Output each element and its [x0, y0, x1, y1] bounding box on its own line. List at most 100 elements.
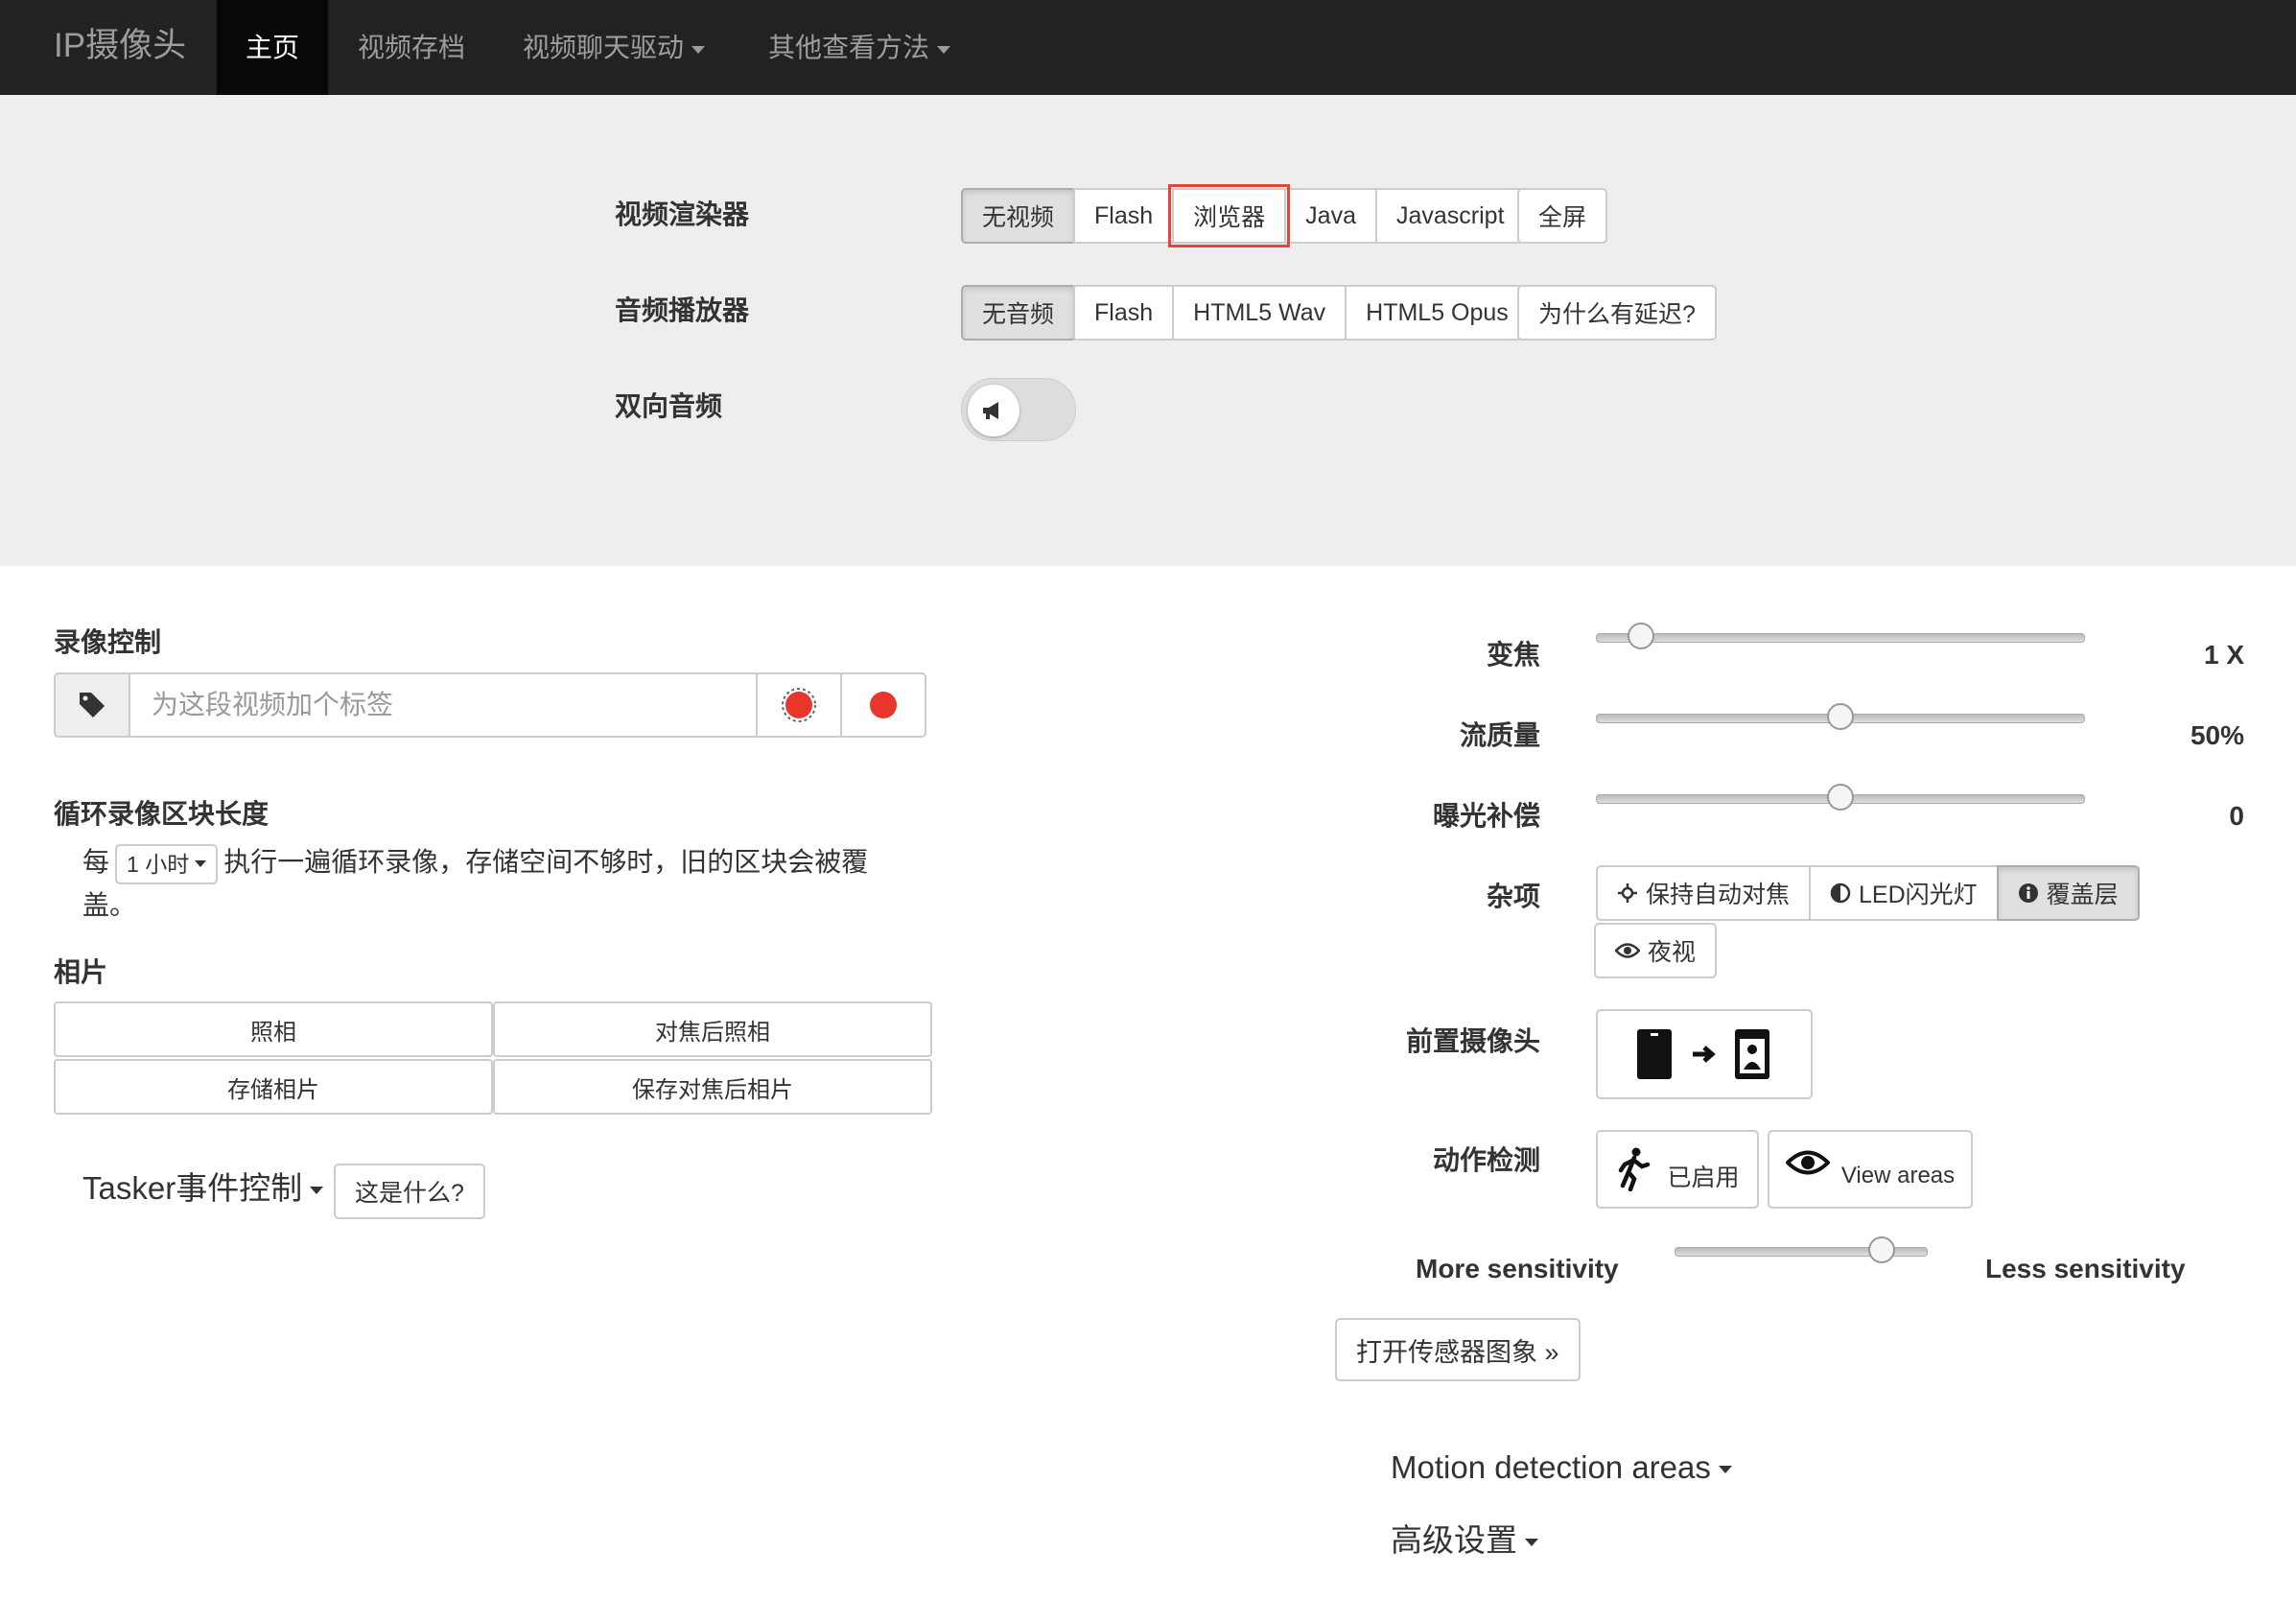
misc-group: 保持自动对焦 LED闪光灯 覆盖层: [1596, 865, 2140, 921]
led-flash-button[interactable]: LED闪光灯: [1809, 865, 1999, 921]
tasker-dropdown[interactable]: Tasker事件控制: [82, 1167, 324, 1210]
take-photo-button[interactable]: 照相: [54, 1001, 493, 1057]
eye-icon: [1615, 943, 1640, 958]
led-flash-label: LED闪光灯: [1859, 882, 1978, 908]
tag-icon: [54, 672, 130, 738]
loop-title: 循环录像区块长度: [54, 799, 269, 829]
night-vision-button[interactable]: 夜视: [1594, 923, 1718, 978]
zoom-label: 变焦: [1486, 640, 1540, 670]
info-icon: [2018, 883, 2038, 903]
quality-slider-thumb[interactable]: [1827, 703, 1854, 730]
running-man-icon: [1619, 1147, 1651, 1191]
motion-areas-label: Motion detection areas: [1391, 1449, 1711, 1485]
quality-slider[interactable]: [1596, 703, 2085, 730]
exposure-value: 0: [2229, 801, 2244, 831]
zoom-value: 1 X: [2203, 640, 2244, 670]
loop-interval-select[interactable]: 1 小时: [115, 843, 219, 884]
view-areas-label: View areas: [1840, 1163, 1956, 1188]
audio-html5-opus-button[interactable]: HTML5 Opus: [1345, 285, 1530, 341]
misc-label: 杂项: [1486, 882, 1540, 911]
loop-interval-value: 1 小时: [127, 851, 190, 877]
why-delay-button[interactable]: 为什么有延迟?: [1517, 285, 1717, 341]
record-button[interactable]: [840, 672, 926, 738]
tasker-label: Tasker事件控制: [82, 1170, 303, 1206]
front-camera-label: 前置摄像头: [1405, 1026, 1540, 1056]
nav-video-archive[interactable]: 视频存档: [358, 0, 465, 95]
photos-title: 相片: [54, 957, 108, 987]
video-flash-button[interactable]: Flash: [1073, 188, 1175, 244]
loop-record-button[interactable]: [756, 672, 842, 738]
motion-detection-label: 动作检测: [1432, 1145, 1540, 1175]
nav-other-viewing[interactable]: 其他查看方法: [768, 0, 951, 95]
recording-input-group: [54, 672, 930, 738]
sensitivity-slider[interactable]: [1675, 1236, 1928, 1263]
caret-down-icon: [195, 860, 207, 868]
two-way-audio-label: 双向音频: [615, 391, 723, 421]
quality-label: 流质量: [1459, 720, 1540, 750]
page: IP摄像头 主页 视频存档 视频聊天驱动 其他查看方法 视频渲染器 无视频 Fl…: [0, 0, 2296, 1600]
advanced-settings-dropdown[interactable]: 高级设置: [1391, 1519, 1538, 1562]
video-tag-input[interactable]: [129, 672, 758, 738]
recording-title: 录像控制: [54, 627, 162, 657]
video-javascript-button[interactable]: Javascript: [1374, 188, 1526, 244]
focus-photo-button[interactable]: 对焦后照相: [493, 1001, 932, 1057]
save-photo-button[interactable]: 存储相片: [54, 1059, 493, 1115]
motion-areas-dropdown[interactable]: Motion detection areas: [1391, 1447, 1732, 1489]
tasker-help-button[interactable]: 这是什么?: [334, 1164, 485, 1219]
caret-down-icon: [1525, 1539, 1538, 1547]
loop-description: 每 1 小时 执行一遍循环录像，存储空间不够时，旧的区块会被覆: [82, 841, 926, 884]
keep-autofocus-label: 保持自动对焦: [1646, 882, 1791, 908]
sensitivity-slider-thumb[interactable]: [1867, 1236, 1895, 1263]
night-vision-label: 夜视: [1648, 939, 1697, 966]
video-renderer-group: 无视频 Flash 浏览器 Java Javascript: [961, 184, 1526, 247]
exposure-slider-thumb[interactable]: [1827, 784, 1854, 811]
megaphone-icon: [968, 385, 1019, 436]
audio-player-label: 音频播放器: [615, 295, 750, 325]
nav-other-viewing-label: 其他查看方法: [768, 33, 930, 62]
loop-prefix: 每: [82, 847, 110, 877]
half-circle-icon: [1830, 882, 1851, 904]
front-camera-button[interactable]: [1596, 1009, 1813, 1099]
fullscreen-button[interactable]: 全屏: [1517, 188, 1608, 244]
crosshair-icon: [1618, 883, 1637, 903]
caret-down-icon: [1718, 1466, 1732, 1474]
two-way-audio-toggle[interactable]: [961, 378, 1076, 441]
keep-autofocus-button[interactable]: 保持自动对焦: [1596, 865, 1812, 921]
zoom-slider-thumb[interactable]: [1627, 623, 1654, 649]
exposure-label: 曝光补偿: [1432, 801, 1540, 831]
caret-down-icon: [937, 45, 951, 54]
motion-enabled-button[interactable]: 已启用: [1596, 1130, 1759, 1209]
save-focus-photo-button[interactable]: 保存对焦后相片: [493, 1059, 932, 1115]
caret-down-icon: [310, 1187, 324, 1195]
exposure-slider[interactable]: [1596, 784, 2085, 811]
audio-flash-button[interactable]: Flash: [1073, 285, 1175, 341]
loop-suffix-line2: 盖。: [82, 890, 137, 920]
video-browser-button[interactable]: 浏览器: [1168, 184, 1291, 247]
loop-record-icon: [782, 688, 816, 722]
advanced-settings-label: 高级设置: [1391, 1522, 1517, 1558]
view-areas-button[interactable]: View areas: [1768, 1130, 1973, 1209]
record-icon: [870, 692, 897, 718]
audio-none-button[interactable]: 无音频: [961, 285, 1076, 341]
zoom-slider[interactable]: [1596, 623, 2085, 649]
video-none-button[interactable]: 无视频: [961, 188, 1076, 244]
loop-suffix-line1: 执行一遍循环录像，存储空间不够时，旧的区块会被覆: [223, 847, 869, 877]
nav-video-chat-drivers[interactable]: 视频聊天驱动: [523, 0, 706, 95]
navbar: IP摄像头 主页 视频存档 视频聊天驱动 其他查看方法: [0, 0, 2296, 95]
open-sensor-graph-button[interactable]: 打开传感器图象 »: [1335, 1318, 1581, 1381]
quality-value: 50%: [2190, 720, 2244, 750]
brand[interactable]: IP摄像头: [54, 23, 186, 69]
more-sensitivity-label: More sensitivity: [1416, 1254, 1619, 1283]
motion-enabled-label: 已启用: [1667, 1165, 1740, 1191]
video-java-button[interactable]: Java: [1284, 188, 1377, 244]
overlay-label: 覆盖层: [2046, 882, 2119, 908]
audio-player-group: 无音频 Flash HTML5 Wav HTML5 Opus: [961, 285, 1530, 341]
eye-icon: [1785, 1150, 1830, 1175]
overlay-button[interactable]: 覆盖层: [1996, 865, 2140, 921]
camera-switch-icon: [1637, 1029, 1769, 1079]
audio-html5-wav-button[interactable]: HTML5 Wav: [1172, 285, 1347, 341]
video-renderer-label: 视频渲染器: [615, 200, 750, 229]
caret-down-icon: [691, 45, 706, 54]
nav-home[interactable]: 主页: [217, 0, 328, 95]
less-sensitivity-label: Less sensitivity: [1985, 1254, 2186, 1283]
